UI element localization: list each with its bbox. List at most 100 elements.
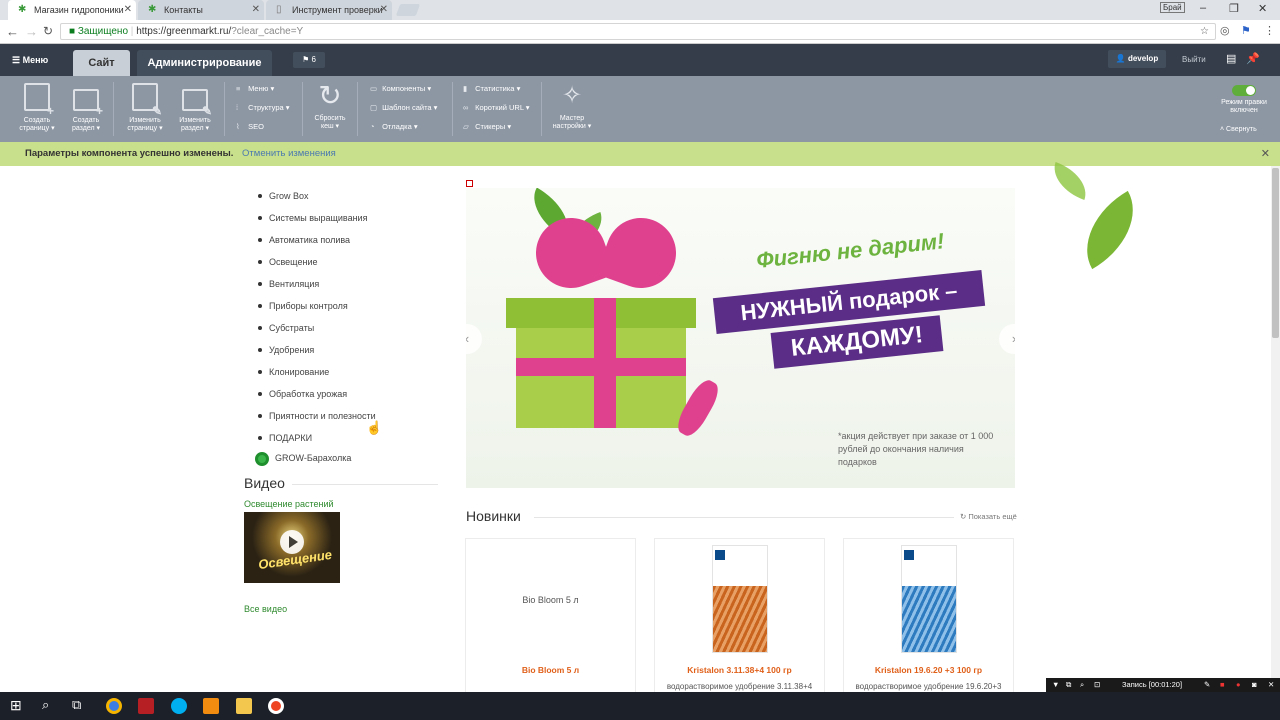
debug-item[interactable]: ◔ Отладка ▾ bbox=[370, 122, 418, 132]
notifications-button[interactable]: ⚑ 6 bbox=[293, 52, 325, 68]
tab-contacts[interactable]: ✱ Контакты ✕ bbox=[138, 0, 264, 20]
catalog-item[interactable]: Субстраты bbox=[258, 323, 376, 345]
restore-icon[interactable]: ❐ bbox=[1229, 2, 1239, 15]
windows-start-icon[interactable]: ⊞ bbox=[10, 697, 22, 714]
skype-icon[interactable] bbox=[171, 698, 187, 714]
tab-tool[interactable]: ▯ Инструмент проверки ✕ bbox=[266, 0, 392, 20]
close-icon[interactable]: ✕ bbox=[252, 0, 260, 20]
button-label: раздел bbox=[180, 125, 204, 132]
profile-label[interactable]: Брай bbox=[1160, 2, 1185, 13]
grow-flea-market-link[interactable]: GROW-Барахолка bbox=[255, 451, 351, 466]
chrome-icon[interactable] bbox=[106, 698, 122, 714]
tab-shop[interactable]: ✱ Магазин гидропоники ✕ bbox=[8, 0, 136, 20]
close-icon[interactable]: ✕ bbox=[380, 0, 388, 20]
catalog-item[interactable]: Удобрения bbox=[258, 345, 376, 367]
forward-icon[interactable]: → bbox=[25, 24, 38, 39]
stickers-item[interactable]: ▱ Стикеры ▾ bbox=[463, 122, 511, 132]
catalog-item[interactable]: Клонирование bbox=[258, 367, 376, 389]
dropdown-icon[interactable]: ▼ bbox=[1052, 678, 1059, 692]
extension-icon[interactable]: ◎ bbox=[1220, 24, 1230, 37]
structure-item[interactable]: ⁞ Структура ▾ bbox=[236, 103, 290, 113]
edit-page-icon: ✎ bbox=[132, 83, 162, 117]
show-more-link[interactable]: ↻ Показать ещё bbox=[960, 512, 1017, 521]
window-icon[interactable]: ⧉ bbox=[1066, 678, 1071, 692]
edit-page-button[interactable]: ✎ Изменить страницу ▾ bbox=[123, 81, 167, 133]
catalog-item[interactable]: Grow Box bbox=[258, 191, 376, 213]
components-item[interactable]: ▭ Компоненты ▾ bbox=[370, 84, 431, 94]
toolbar-divider bbox=[452, 82, 453, 136]
tab-site[interactable]: Сайт bbox=[73, 50, 130, 76]
product-image[interactable] bbox=[900, 545, 957, 653]
edit-section-button[interactable]: ✎ Изменить раздел ▾ bbox=[173, 81, 217, 133]
explorer-icon[interactable] bbox=[236, 698, 252, 714]
user-button[interactable]: 👤 develop bbox=[1108, 50, 1166, 68]
setup-wizard-button[interactable]: ✧ Мастер настройки ▾ bbox=[550, 81, 594, 131]
camera-icon[interactable]: ◙ bbox=[1252, 678, 1257, 692]
search-icon[interactable]: ⌕ bbox=[42, 697, 49, 713]
url-path: ?clear_cache=Y bbox=[231, 26, 304, 37]
url-input[interactable]: ■ Защищено | https://greenmarkt.ru/?clea… bbox=[60, 23, 1216, 40]
zoom-icon[interactable]: ⌕ bbox=[1080, 678, 1084, 692]
minimize-icon[interactable]: – bbox=[1200, 2, 1206, 14]
promo-banner[interactable]: Фигню не дарим! НУЖНЫЙ подарок – КАЖДОМУ… bbox=[466, 188, 1015, 488]
product-image[interactable] bbox=[711, 545, 768, 653]
menu-item[interactable]: ≡ Меню ▾ bbox=[236, 84, 274, 94]
product-name[interactable]: Bio Bloom 5 л bbox=[466, 665, 635, 675]
page-scrollbar[interactable] bbox=[1271, 166, 1280, 692]
product-card[interactable]: Bio Bloom 5 л Bio Bloom 5 л bbox=[465, 538, 636, 698]
sublime-icon[interactable] bbox=[203, 698, 219, 714]
video-thumbnail[interactable]: Освещение bbox=[244, 512, 340, 583]
catalog-item[interactable]: Приборы контроля bbox=[258, 301, 376, 323]
video-link[interactable]: Освещение растений bbox=[244, 499, 334, 509]
reset-cache-button[interactable]: ↻ Сбросить кеш ▾ bbox=[308, 81, 352, 131]
logout-link[interactable]: Выйти bbox=[1182, 44, 1206, 76]
filezilla-icon[interactable] bbox=[138, 698, 154, 714]
collapse-link[interactable]: ˄ Свернуть bbox=[1220, 125, 1257, 135]
short-url-item[interactable]: ∞ Короткий URL ▾ bbox=[463, 103, 530, 113]
back-icon[interactable]: ← bbox=[6, 24, 19, 39]
close-window-icon[interactable]: ✕ bbox=[1258, 2, 1267, 15]
banner-prev-arrow[interactable]: ‹ bbox=[466, 324, 482, 354]
close-icon[interactable]: ✕ bbox=[1261, 142, 1270, 166]
catalog-item[interactable]: Автоматика полива bbox=[258, 235, 376, 257]
edit-mode-toggle[interactable] bbox=[1232, 85, 1256, 96]
crop-icon[interactable]: ⊡ bbox=[1094, 678, 1100, 692]
close-icon[interactable]: ✕ bbox=[124, 0, 132, 20]
product-name[interactable]: Kristalon 19.6.20 +3 100 гр bbox=[844, 665, 1013, 675]
banner-next-arrow[interactable]: › bbox=[999, 324, 1015, 354]
statistics-item[interactable]: ▮ Статистика ▾ bbox=[463, 84, 520, 94]
site-template-item[interactable]: ▢ Шаблон сайта ▾ bbox=[370, 103, 437, 113]
product-card[interactable]: Kristalon 3.11.38+4 100 гр водорастворим… bbox=[654, 538, 825, 698]
gift-box-image bbox=[506, 208, 724, 448]
catalog-item[interactable]: Приятности и полезности bbox=[258, 411, 376, 433]
recorder-app-icon[interactable] bbox=[268, 698, 284, 714]
catalog-item[interactable]: Освещение bbox=[258, 257, 376, 279]
seo-item[interactable]: ⌇ SEO bbox=[236, 122, 264, 132]
bookmark-ext-icon[interactable]: ⚑ bbox=[1241, 24, 1251, 37]
create-page-button[interactable]: + Создать страницу ▾ bbox=[15, 81, 59, 133]
record-icon[interactable]: ● bbox=[1236, 678, 1241, 692]
pin-icon[interactable]: 📌 bbox=[1246, 52, 1260, 65]
close-icon[interactable]: ✕ bbox=[1268, 678, 1274, 692]
undo-link[interactable]: Отменить изменения bbox=[242, 148, 336, 159]
settings-panel-icon[interactable]: ▤ bbox=[1226, 52, 1236, 65]
star-icon[interactable]: ☆ bbox=[1200, 24, 1209, 39]
tab-administration[interactable]: Администрирование bbox=[137, 50, 272, 76]
product-card[interactable]: Kristalon 19.6.20 +3 100 гр водораствори… bbox=[843, 538, 1014, 698]
admin-menu-button[interactable]: ☰ Меню bbox=[12, 44, 48, 76]
create-section-button[interactable]: + Создать раздел ▾ bbox=[64, 81, 108, 133]
catalog-item[interactable]: Системы выращивания bbox=[258, 213, 376, 235]
reload-icon[interactable]: ↻ bbox=[43, 24, 53, 38]
scrollbar-thumb[interactable] bbox=[1272, 168, 1279, 338]
edit-mode-label: Режим правки включен bbox=[1214, 99, 1274, 115]
catalog-item[interactable]: Обработка урожая bbox=[258, 389, 376, 411]
chrome-menu-icon[interactable]: ⋮ bbox=[1264, 24, 1275, 37]
all-videos-link[interactable]: Все видео bbox=[244, 604, 287, 614]
product-name[interactable]: Kristalon 3.11.38+4 100 гр bbox=[655, 665, 824, 675]
catalog-item[interactable]: Вентиляция bbox=[258, 279, 376, 301]
stop-icon[interactable]: ■ bbox=[1220, 678, 1225, 692]
task-view-icon[interactable]: ⧉ bbox=[72, 697, 81, 713]
browser-tab-bar: ✱ Магазин гидропоники ✕ ✱ Контакты ✕ ▯ И… bbox=[0, 0, 1280, 20]
pen-icon[interactable]: ✎ bbox=[1204, 678, 1210, 692]
new-tab-button[interactable] bbox=[395, 4, 421, 16]
